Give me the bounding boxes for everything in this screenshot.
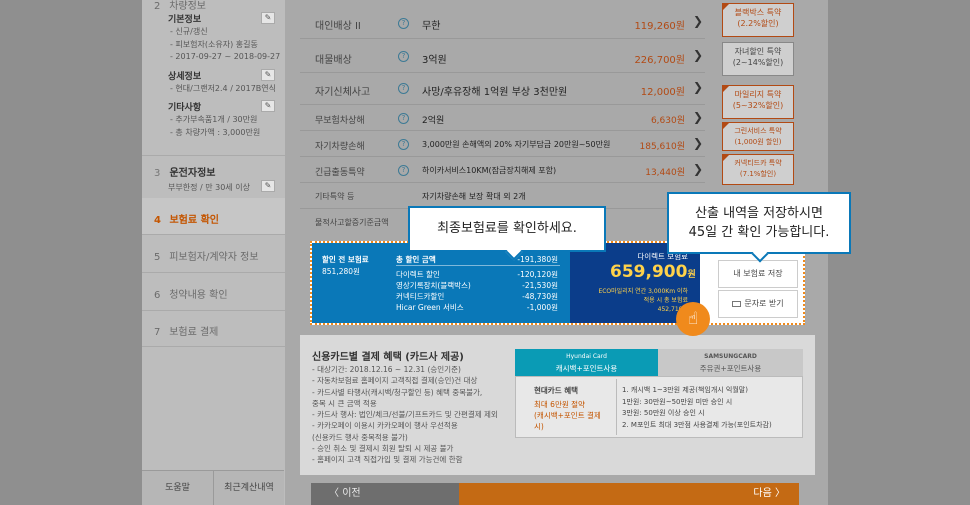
sidebar-divider — [142, 310, 285, 311]
driver-info-line: 부부한정 / 만 30세 이상 — [168, 183, 250, 192]
help-icon[interactable]: ? — [398, 139, 409, 150]
save-premium-button[interactable]: 내 보험료 저장 — [718, 260, 798, 288]
pencil-icon[interactable]: ✎ — [261, 100, 275, 112]
chevron-right-icon: 〉 — [775, 488, 785, 499]
discount-breakdown: 할인 전 보험료 851,280원 총 할인 금액 -191,380원 다이렉트… — [312, 243, 570, 323]
card-benefit-body: 현대카드 혜택 최대 6만원 절약 (캐시백+포인트 결제 시) 1. 캐시백 … — [515, 376, 803, 438]
detail-info-line: - 현대/그랜저2.4 / 2017B연식 — [170, 84, 276, 93]
help-icon[interactable]: ? — [398, 83, 409, 94]
coverage-row[interactable]: 대인배상 II ? 무한 119,260원 ❯ — [300, 8, 705, 39]
recent-calc-button[interactable]: 최근계산내역 — [213, 470, 284, 505]
tab-hyundai-card[interactable]: Hyundai Card 캐시백+포인트사용 — [515, 349, 658, 376]
special-term-badge[interactable]: 커넥티드카 특약 (7.1%할인) — [722, 154, 794, 185]
mail-icon — [732, 300, 742, 307]
coverage-row[interactable]: 자기신체사고 ? 사망/후유장해 1억원 부상 3천만원 12,000원 ❯ — [300, 73, 705, 105]
basic-info-line: - 2017-09-27 ~ 2018-09-27 — [170, 52, 281, 61]
etc-info-line: - 총 차량가액 : 3,000만원 — [170, 128, 261, 137]
detail-info-title: 상세정보 — [168, 72, 202, 82]
divider — [396, 265, 560, 266]
sidebar-divider — [142, 234, 285, 235]
chevron-right-icon: ❯ — [692, 136, 703, 150]
special-term-badge[interactable]: 마일리지 특약 (5~32%할인) — [722, 85, 794, 119]
card-benefit-notes: - 대상기간: 2018.12.16 ~ 12.31 (승인기준) - 자동차보… — [312, 365, 498, 465]
hand-pointer-icon: ☝ — [676, 302, 710, 336]
pencil-icon[interactable]: ✎ — [261, 69, 275, 81]
chevron-right-icon: ❯ — [692, 110, 703, 124]
sidebar-step-premium[interactable]: 4 보험료 확인 — [154, 211, 219, 226]
coverage-row[interactable]: 긴급출동특약 ? 하이카서비스10KM(잠금장치해제 포함) 13,440원 ❯ — [300, 157, 705, 183]
final-premium-tooltip: 최종보험료를 확인하세요. — [408, 206, 606, 261]
sms-button[interactable]: 문자로 받기 — [718, 290, 798, 318]
etc-info-title: 기타사항 — [168, 103, 202, 113]
basic-info-title: 기본정보 — [168, 15, 202, 25]
sidebar-step-vehicle[interactable]: 2 차량정보 — [154, 0, 206, 12]
check-corner-icon — [722, 122, 730, 130]
special-term-badge[interactable]: 자녀할인 특약 (2~14%할인) — [722, 42, 794, 76]
sidebar-divider — [142, 155, 285, 156]
coverage-row[interactable]: 자기차량손해 ? 3,000만원 손해액의 20% 자기부담금 20만원~50만… — [300, 131, 705, 157]
prev-button[interactable]: 〈 이전 — [311, 483, 459, 505]
chevron-left-icon: 〈 — [329, 488, 339, 499]
check-corner-icon — [722, 3, 730, 11]
save-tooltip: 산출 내역을 저장하시면 45일 간 확인 가능합니다. — [667, 192, 851, 263]
sidebar-step-driver[interactable]: 3 운전자정보 — [154, 164, 215, 179]
pencil-icon[interactable]: ✎ — [261, 12, 275, 24]
basic-info-line: - 피보험자(소유자) 홍길동 — [170, 40, 258, 49]
direct-premium-value: 659,900 — [610, 262, 688, 282]
card-benefit-title: 신용카드별 결제 혜택 (카드사 제공) — [312, 352, 464, 363]
help-icon[interactable]: ? — [398, 165, 409, 176]
chevron-right-icon: ❯ — [692, 14, 703, 28]
basic-info-line: - 신규/갱신 — [170, 27, 208, 36]
etc-info-line: - 추가부속품1개 / 30만원 — [170, 115, 258, 124]
sidebar-divider — [142, 272, 285, 273]
check-corner-icon — [722, 85, 730, 93]
special-term-badge[interactable]: 그린서비스 특약 (1,000원 할인) — [722, 122, 794, 151]
help-button[interactable]: 도움말 — [142, 470, 213, 505]
special-term-badge[interactable]: 블랙박스 특약 (2.2%할인) — [722, 3, 794, 37]
check-corner-icon — [722, 154, 730, 162]
coverage-row[interactable]: 무보험차상해 ? 2억원 6,630원 ❯ — [300, 105, 705, 131]
next-button[interactable]: 다음 〉 — [459, 483, 799, 505]
chevron-right-icon: ❯ — [692, 80, 703, 94]
coverage-row[interactable]: 대물배상 ? 3억원 226,700원 ❯ — [300, 39, 705, 73]
sidebar-step-review[interactable]: 6 청약내용 확인 — [154, 286, 228, 301]
sidebar-step-payment[interactable]: 7 보험료 결제 — [154, 323, 218, 338]
chevron-right-icon: ❯ — [692, 48, 703, 62]
chevron-right-icon: ❯ — [692, 162, 703, 176]
sidebar-divider — [142, 346, 285, 347]
sidebar-step-insured[interactable]: 5 피보험자/계약자 정보 — [154, 248, 259, 263]
help-icon[interactable]: ? — [398, 51, 409, 62]
tab-samsung-card[interactable]: SAMSUNGCARD 주유권+포인트사용 — [658, 349, 803, 376]
help-icon[interactable]: ? — [398, 18, 409, 29]
pencil-icon[interactable]: ✎ — [261, 180, 275, 192]
help-icon[interactable]: ? — [398, 113, 409, 124]
